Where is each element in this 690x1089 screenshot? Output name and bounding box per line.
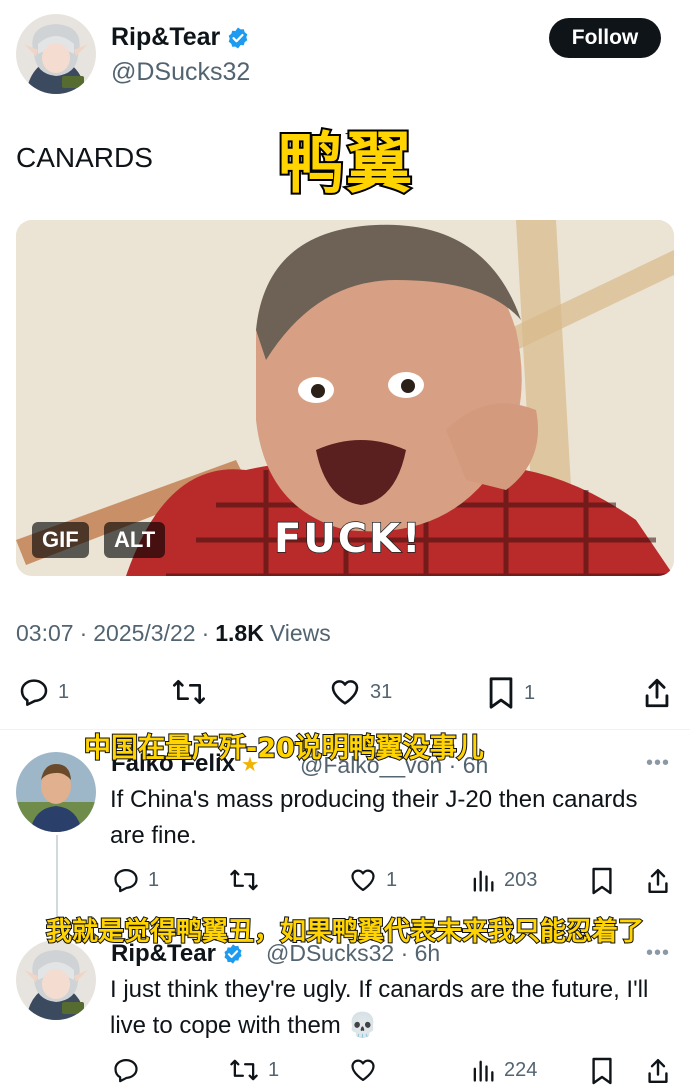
author-handle[interactable]: @DSucks32 (111, 58, 250, 87)
views-count: 203 (504, 868, 538, 891)
bookmark-count: 1 (524, 681, 536, 704)
repost-icon (230, 869, 258, 891)
views-button[interactable]: 224 (470, 1056, 537, 1084)
caption-overlay-reply2: 我就是觉得鸭翼丑，如果鸭翼代表未来我只能忍着了 (45, 916, 645, 948)
more-options-icon[interactable]: ••• (646, 942, 670, 965)
heart-icon (351, 869, 375, 892)
share-button[interactable] (646, 1056, 670, 1086)
post-meta: 03:07 · 2025/3/22 · 1.8K Views (16, 620, 331, 647)
analytics-icon (473, 870, 494, 892)
gif-caption: FUCK! (273, 515, 423, 563)
share-button[interactable] (642, 676, 672, 710)
bookmark-icon (592, 1057, 612, 1085)
author-name[interactable]: Rip&Tear (111, 23, 250, 52)
share-icon (648, 869, 668, 894)
reply-count: 1 (58, 680, 70, 703)
reply-icon (20, 679, 48, 706)
reply-count: 1 (148, 868, 160, 891)
repost-button[interactable] (228, 866, 268, 894)
like-count: 31 (370, 680, 393, 703)
like-button[interactable]: 31 (328, 676, 392, 708)
bookmark-button[interactable] (590, 1056, 614, 1086)
views-count: 224 (504, 1058, 538, 1081)
meta-separator: · (201, 620, 210, 646)
views-button[interactable]: 203 (470, 866, 537, 894)
reply-text: I just think they're ugly. If canards ar… (110, 976, 649, 1039)
caption-overlay-title: 鸭翼 (276, 123, 414, 204)
reply-icon (114, 868, 138, 893)
author-avatar[interactable] (16, 14, 96, 94)
like-count: 1 (386, 868, 398, 891)
alt-badge[interactable]: ALT (104, 522, 166, 558)
heart-icon (331, 680, 359, 705)
bookmark-button[interactable]: 1 (486, 676, 535, 710)
analytics-icon (473, 1060, 494, 1082)
verified-icon (228, 27, 248, 48)
share-button[interactable] (646, 866, 670, 896)
reply-icon (114, 1058, 138, 1083)
share-icon (648, 1058, 668, 1083)
repost-button[interactable]: 1 (228, 1056, 279, 1084)
meta-separator: · (79, 620, 88, 646)
reply-button[interactable] (112, 1056, 148, 1084)
reply-button[interactable]: 1 (112, 866, 159, 894)
post-media-gif[interactable]: GIF ALT FUCK! (16, 220, 674, 576)
repost-icon (230, 1059, 258, 1081)
post-text: CANARDS (16, 142, 153, 173)
post-time[interactable]: 03:07 (16, 620, 74, 647)
reply-text: If China's mass producing their J-20 the… (110, 786, 638, 849)
views-count: 1.8K (215, 620, 264, 646)
repost-button[interactable] (170, 676, 216, 708)
caption-overlay-reply1: 中国在量产歼-20说明鸭翼没事儿 (83, 732, 485, 765)
bookmark-icon (592, 867, 612, 895)
follow-button[interactable]: Follow (549, 18, 661, 58)
heart-icon (351, 1059, 375, 1082)
reply-button[interactable]: 1 (18, 676, 69, 708)
repost-count: 1 (268, 1058, 280, 1081)
repost-icon (173, 680, 206, 704)
bookmark-button[interactable] (590, 866, 614, 896)
share-icon (645, 678, 669, 708)
like-button[interactable] (348, 1056, 386, 1084)
gif-badge: GIF (32, 522, 89, 558)
more-options-icon[interactable]: ••• (646, 752, 670, 775)
post-date[interactable]: 2025/3/22 (93, 620, 195, 647)
views-label: Views (269, 620, 331, 646)
bookmark-icon (489, 677, 513, 709)
like-button[interactable]: 1 (348, 866, 397, 894)
reply-avatar[interactable] (16, 940, 96, 1020)
